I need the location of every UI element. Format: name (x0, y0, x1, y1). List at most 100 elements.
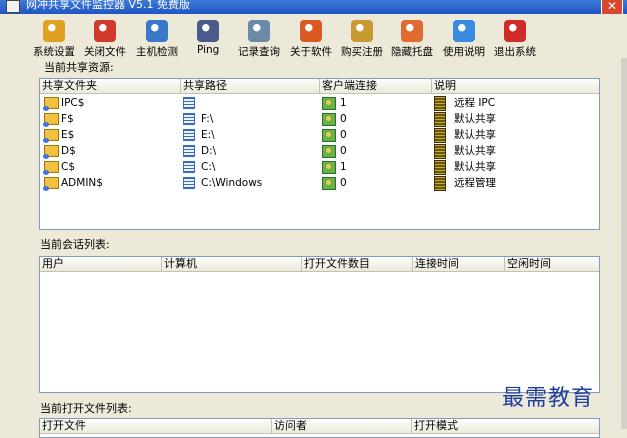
note-icon (434, 159, 446, 175)
client-count: 0 (340, 113, 347, 125)
share-name: IPC$ (61, 97, 85, 109)
toolbar-button-6[interactable]: 购买注册 (341, 20, 383, 59)
share-path: C:\Windows (201, 177, 263, 189)
share-description: 默认共享 (454, 113, 496, 125)
watermark-text: 最需教育 (502, 386, 595, 411)
ping-icon (197, 20, 220, 42)
toolbar-button-1[interactable]: 关闭文件 (84, 20, 126, 59)
toolbar-button-0[interactable]: 系统设置 (33, 20, 75, 59)
table-row[interactable]: E$ E:\ 0 默认共享 (40, 127, 599, 143)
toolbar-button-9[interactable]: 退出系统 (494, 20, 536, 59)
exit-icon (504, 20, 526, 42)
col-visitor[interactable]: 访问者 (272, 419, 412, 433)
path-icon (183, 129, 195, 141)
info-icon (300, 20, 322, 42)
table-row[interactable]: IPC$ 1 远程 IPC (40, 95, 599, 111)
note-icon (434, 175, 446, 191)
shared-folder-icon (43, 129, 59, 143)
toolbar-button-label: Ping (197, 44, 220, 56)
client-icon (322, 176, 336, 190)
note-icon (434, 111, 446, 127)
toolbar-button-7[interactable]: 隐藏托盘 (391, 20, 433, 59)
shared-folder-icon (43, 97, 59, 111)
right-edge (621, 58, 627, 429)
share-description: 默认共享 (454, 161, 496, 173)
note-icon (434, 95, 446, 111)
note-icon (434, 127, 446, 143)
share-name: ADMIN$ (61, 177, 103, 189)
toolbar-button-label: 主机检测 (136, 46, 178, 58)
client-count: 0 (340, 129, 347, 141)
toolbar: 系统设置 关闭文件 主机检测 Ping 记录查询 关于软件 购买注册 隐藏托盘 使用说明 退出系统 (0, 14, 627, 58)
key-icon (351, 20, 373, 42)
table-row[interactable]: F$ F:\ 0 默认共享 (40, 111, 599, 127)
app-icon (6, 0, 20, 13)
open-files-table: 打开文件 访问者 打开模式 (39, 418, 600, 438)
sessions-section-label: 当前会话列表: (40, 238, 110, 251)
toolbar-button-label: 隐藏托盘 (391, 46, 433, 58)
col-idle-time[interactable]: 空闲时间 (505, 257, 601, 271)
toolbar-button-label: 关闭文件 (84, 46, 126, 58)
help-icon (453, 20, 475, 42)
share-path: D:\ (201, 145, 217, 157)
col-open-file-count[interactable]: 打开文件数目 (302, 257, 413, 271)
toolbar-button-3[interactable]: Ping (197, 20, 219, 56)
col-description[interactable]: 说明 (432, 79, 600, 93)
col-share-folder[interactable]: 共享文件夹 (40, 79, 181, 93)
toolbar-button-5[interactable]: 关于软件 (290, 20, 332, 59)
toolbar-button-label: 购买注册 (341, 46, 383, 58)
share-description: 默认共享 (454, 145, 496, 157)
title-bar: 网冲共享文件监控器 V5.1 免费版 ✕ (0, 0, 627, 15)
col-connect-time[interactable]: 连接时间 (413, 257, 505, 271)
client-count: 1 (340, 97, 347, 109)
toolbar-button-label: 记录查询 (238, 46, 280, 58)
shares-section-label: 当前共享资源: (44, 61, 114, 74)
share-description: 默认共享 (454, 129, 496, 141)
path-icon (183, 113, 195, 125)
window-title: 网冲共享文件监控器 V5.1 免费版 (26, 0, 191, 11)
col-client-connections[interactable]: 客户端连接 (320, 79, 432, 93)
col-computer[interactable]: 计算机 (162, 257, 302, 271)
toolbar-button-label: 关于软件 (290, 46, 332, 58)
client-count: 1 (340, 161, 347, 173)
toolbar-button-label: 退出系统 (494, 46, 536, 58)
close-window-button[interactable]: ✕ (601, 0, 623, 15)
client-icon (322, 112, 336, 126)
toolbar-button-label: 系统设置 (33, 46, 75, 58)
monitor-icon (248, 20, 270, 42)
client-count: 0 (340, 177, 347, 189)
path-icon (183, 145, 195, 157)
tray-icon (401, 20, 423, 42)
share-name: C$ (61, 161, 76, 173)
share-path: F:\ (201, 113, 214, 125)
client-icon (322, 144, 336, 158)
toolbar-button-2[interactable]: 主机检测 (136, 20, 178, 59)
sessions-table: 用户 计算机 打开文件数目 连接时间 空闲时间 (39, 256, 600, 393)
sessions-table-header: 用户 计算机 打开文件数目 连接时间 空闲时间 (40, 257, 599, 272)
share-description: 远程 IPC (454, 97, 496, 109)
open-files-table-header: 打开文件 访问者 打开模式 (40, 419, 599, 434)
col-open-file[interactable]: 打开文件 (40, 419, 272, 433)
shared-folder-icon (43, 177, 59, 191)
path-icon (183, 177, 195, 189)
shares-table: 共享文件夹 共享路径 客户端连接 说明 IPC$ 1 远程 IPC F$ F:\ 0 默认共… (39, 78, 600, 230)
col-user[interactable]: 用户 (40, 257, 162, 271)
client-count: 0 (340, 145, 347, 157)
table-row[interactable]: C$ C:\ 1 默认共享 (40, 159, 599, 175)
col-share-path[interactable]: 共享路径 (181, 79, 320, 93)
share-path: E:\ (201, 129, 215, 141)
globe-icon (146, 20, 168, 42)
table-row[interactable]: D$ D:\ 0 默认共享 (40, 143, 599, 159)
col-open-mode[interactable]: 打开模式 (412, 419, 601, 433)
share-name: D$ (61, 145, 76, 157)
client-icon (322, 160, 336, 174)
client-icon (322, 128, 336, 142)
close-file-icon (94, 20, 116, 42)
toolbar-button-8[interactable]: 使用说明 (443, 20, 485, 59)
note-icon (434, 143, 446, 159)
table-row[interactable]: ADMIN$ C:\Windows 0 远程管理 (40, 175, 599, 191)
toolbar-button-4[interactable]: 记录查询 (238, 20, 280, 59)
share-path: C:\ (201, 161, 216, 173)
toolbar-button-label: 使用说明 (443, 46, 485, 58)
path-icon (183, 97, 195, 109)
